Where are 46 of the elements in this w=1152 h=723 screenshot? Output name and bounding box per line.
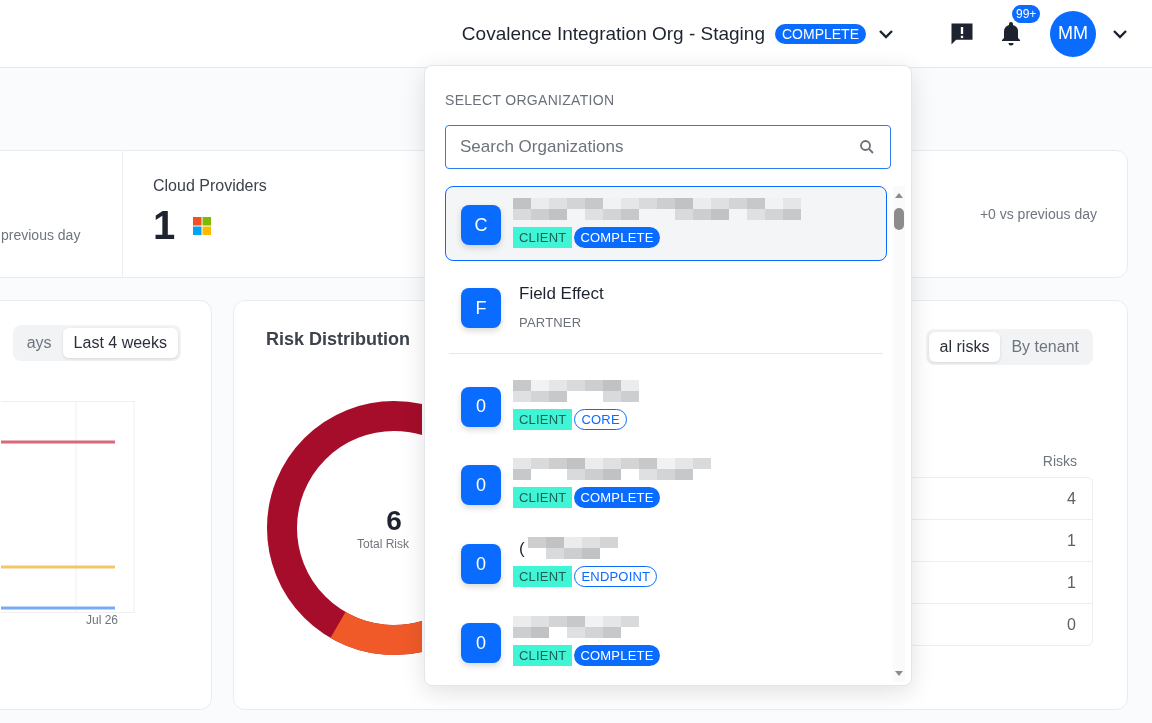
table-cell: 1: [1067, 531, 1076, 550]
organization-initial: F: [461, 288, 501, 329]
range-tab[interactable]: Last 4 weeks: [62, 328, 178, 358]
range-tab[interactable]: ays: [15, 328, 63, 358]
notification-bell-icon[interactable]: [1000, 21, 1022, 46]
organization-initial: 0: [461, 465, 501, 506]
column-header: Risks: [1042, 453, 1077, 469]
comparison-note: previous day: [1, 227, 82, 243]
organization-initial: 0: [461, 544, 501, 585]
organization-name: (: [519, 539, 525, 560]
search-icon: [859, 139, 875, 155]
table-cell: 4: [1067, 489, 1076, 508]
comparison-note: +0 vs previous day: [979, 206, 1097, 222]
search-field[interactable]: Search Organizations: [445, 125, 891, 169]
organization-tag: CLIENT: [513, 408, 573, 430]
organization-tag: CLIENT: [513, 645, 573, 667]
user-avatar[interactable]: MM: [1050, 10, 1096, 57]
organization-initial: 0: [461, 623, 501, 664]
organization-tag: CLIENT: [513, 227, 573, 249]
organization-tag: CLIENT: [513, 566, 573, 588]
chevron-down-icon[interactable]: [878, 28, 894, 39]
dropdown-title: SELECT ORGANIZATION: [445, 92, 616, 108]
axis-label: Jul 26: [86, 613, 119, 627]
card-title: Risk Distribution: [266, 329, 411, 350]
organization-item[interactable]: C CLIENT COMPLETE: [445, 186, 887, 261]
notification-count: 99+: [1012, 4, 1041, 23]
organization-tag: CLIENT: [513, 487, 573, 509]
view-tab[interactable]: By tenant: [1000, 332, 1090, 362]
organization-tag: COMPLETE: [574, 487, 660, 509]
total-value: 6: [386, 505, 402, 537]
organization-name[interactable]: Covalence Integration Org - Staging: [461, 22, 765, 45]
organization-tag: COMPLETE: [574, 645, 660, 667]
stat-value: 1: [153, 203, 176, 248]
organization-tag: COMPLETE: [574, 227, 660, 249]
card-title: Cloud Providers: [153, 177, 268, 195]
table-cell: 1: [1067, 573, 1076, 592]
status-badge: COMPLETE: [775, 23, 866, 44]
chevron-down-icon[interactable]: [1112, 28, 1128, 39]
organization-initial: C: [461, 205, 501, 246]
total-label: Total Risk: [357, 537, 409, 551]
organization-name: Field Effect: [519, 284, 604, 305]
table-cell: 0: [1067, 615, 1076, 634]
cloud-logo-icon: [193, 216, 212, 235]
organization-type: PARTNER: [519, 315, 582, 331]
organization-initial: 0: [461, 386, 501, 427]
view-tab[interactable]: al risks: [928, 332, 1001, 362]
